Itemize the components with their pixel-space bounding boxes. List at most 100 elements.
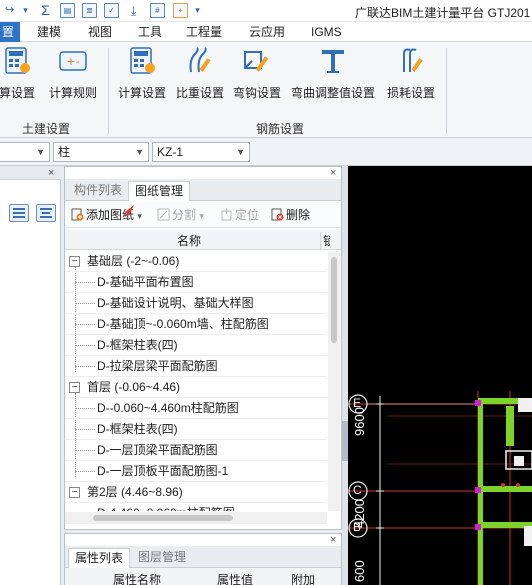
horizontal-scrollbar[interactable] [65,512,327,524]
tree-item-row[interactable]: D-一层顶板平面配筋图-1 [65,461,327,482]
close-icon[interactable]: × [48,168,54,179]
group-label-civil: 土建设置 [22,122,71,136]
property-tabs: 属性列表 图层管理 [65,546,341,568]
down-arrow-icon[interactable]: ⤓ [126,3,141,18]
panel-toolbar: 添加图纸 ▾ 分割 ▾ 定位 删除 [65,202,341,228]
weight-settings-label: 比重设置 [175,86,224,100]
tree-item-row[interactable]: D-框架柱表(四) [65,419,327,440]
tree-item-row[interactable]: D-一层顶梁平面配筋图 [65,440,327,461]
tree-group-row[interactable]: − 第2层 (4.46~8.96) [65,482,327,503]
hook-settings-button[interactable]: 弯钩设置 [232,46,282,101]
bend-adjust-label: 弯曲调整值设置 [290,86,375,100]
chevron-down-icon: ▾ [199,211,204,221]
panel-tabs: 构件列表 图纸管理 [65,179,341,201]
title-bar: ↪ ▾ Σ ▤ ≣ ✓ ⤓ # + ▾ 广联达BIM土建计量平台 GTJ201 [0,0,532,22]
collapse-icon[interactable]: − [69,487,80,498]
svg-text:+-: +- [66,55,79,68]
weight-settings-button[interactable]: 比重设置 [175,46,225,101]
menu-bar: 置 建模 视图 工具 工程量 云应用 IGMS [0,22,532,42]
bend-adjust-button[interactable]: 弯曲调整值设置 [290,46,376,101]
drawing-canvas[interactable]: E C B 9600 4200 600 [348,166,532,585]
pointer-arrow-icon [123,205,134,217]
tree-item-row[interactable]: D-基础平面布置图 [65,272,327,293]
floor-select[interactable]: ▼ [0,142,50,162]
tree-item-label: D-框架柱表(四) [97,422,178,436]
loss-settings-button[interactable]: 损耗设置 [384,46,438,101]
close-icon[interactable]: × [330,535,336,546]
list-view-button[interactable] [9,204,29,222]
chart-icon[interactable]: ▤ [60,3,75,18]
tree-item-label: D-框架柱表(四) [97,338,178,352]
split-button[interactable]: 分割 ▾ [157,207,204,223]
add-file-icon [71,208,84,221]
detail-view-button[interactable] [36,204,56,222]
redo-icon[interactable]: ↪ [2,3,17,18]
calc-rules-label: 计算规则 [48,86,97,100]
chevron-down-icon[interactable]: ▾ [18,3,33,18]
check-icon[interactable]: ✓ [104,3,119,18]
scroll-thumb[interactable] [93,515,233,521]
delete-button[interactable]: 删除 [271,207,310,223]
menu-tools[interactable]: 工具 [138,24,162,40]
grid-icon[interactable]: # [150,3,165,18]
delete-label: 删除 [286,208,311,222]
component-type-value: 柱 [58,145,71,159]
tree-item-row[interactable]: D--0.060~4.460m柱配筋图 [65,398,327,419]
component-select[interactable]: KZ-1 ▼ [152,142,250,162]
column-property-name: 属性名称 [113,573,162,585]
group-divider [108,48,109,134]
split-label: 分割 [172,208,197,222]
calc-settings-icon [5,47,30,74]
tab-layer-management[interactable]: 图层管理 [132,548,192,568]
scroll-thumb[interactable] [331,257,337,343]
property-panel: × 属性列表 图层管理 属性名称 属性值 附加 [64,533,342,585]
collapse-icon[interactable]: − [69,256,80,267]
sum-icon[interactable]: Σ [38,3,53,18]
tab-drawing-management[interactable]: 图纸管理 [128,181,191,201]
rebar-calc-settings-button[interactable]: 计算设置 [117,46,167,101]
drawing-tree: − 基础层 (-2~-0.06) D-基础平面布置图 D-基础设计说明、基础大样… [65,251,327,511]
calc-settings-button[interactable]: 算设置 [0,46,40,101]
ribbon: 算设置 +- 计算规则 土建设置 计算设置 比重设置 弯钩设置 弯曲调整值设置 … [0,42,532,138]
calc-rules-icon: +- [59,51,87,71]
menu-modeling[interactable]: 建模 [37,24,61,40]
add-file-icon[interactable]: + [173,3,188,18]
tree-item-label: D-4.460~8.960m柱配筋图 [97,503,235,511]
tree-group-row[interactable]: − 首层 (-0.06~4.46) [65,377,327,398]
group-label-rebar: 钢筋设置 [256,122,305,136]
collapse-icon[interactable]: − [69,382,80,393]
tree-item-label: D--0.060~4.460m柱配筋图 [97,401,239,415]
tree-group-row[interactable]: − 基础层 (-2~-0.06) [65,251,327,272]
vertical-scrollbar[interactable] [328,251,340,511]
report-icon[interactable]: ≣ [82,3,97,18]
calc-rules-button[interactable]: +- 计算规则 [47,46,99,101]
tree-item-row[interactable]: D-拉梁层梁平面配筋图 [65,356,327,377]
dimension-label: 9600 [352,407,367,436]
drawing-panel: × 构件列表 图纸管理 添加图纸 ▾ 分割 ▾ 定位 删除 名称 锁 − 基础层… [64,166,342,530]
menu-view[interactable]: 视图 [88,24,112,40]
tree-item-row[interactable]: D-基础顶~-0.060m墙、柱配筋图 [65,314,327,335]
menu-igms[interactable]: IGMS [311,24,342,40]
bend-adjust-icon [322,50,344,73]
tree-item-row[interactable]: D-基础设计说明、基础大样图 [65,293,327,314]
tree-item-row[interactable]: D-框架柱表(四) [65,335,327,356]
dimension-label: 4200 [352,499,367,528]
cad-drawing[interactable] [348,166,532,585]
tree-item-row[interactable]: D-4.460~8.960m柱配筋图 [65,503,327,511]
tab-property-list[interactable]: 属性列表 [68,548,131,568]
chevron-down-icon[interactable]: ▾ [190,3,205,18]
menu-quantity[interactable]: 工程量 [186,24,222,40]
close-icon[interactable]: × [330,168,336,179]
tree-item-label: D-基础设计说明、基础大样图 [97,296,254,310]
tree-group-label: 第2层 (4.46~8.96) [87,485,183,499]
tree-item-label: D-一层顶梁平面配筋图 [97,443,218,457]
weight-settings-icon [189,47,211,73]
menu-settings[interactable]: 置 [0,22,21,42]
left-pane-header: × [0,166,61,180]
menu-cloud[interactable]: 云应用 [249,24,285,40]
tab-component-list[interactable]: 构件列表 [68,181,128,201]
locate-button[interactable]: 定位 [220,207,259,223]
selector-row: ▼ 柱 ▼ KZ-1 ▼ [0,138,532,166]
loss-settings-label: 损耗设置 [386,86,435,100]
component-type-select[interactable]: 柱 ▼ [53,142,149,162]
